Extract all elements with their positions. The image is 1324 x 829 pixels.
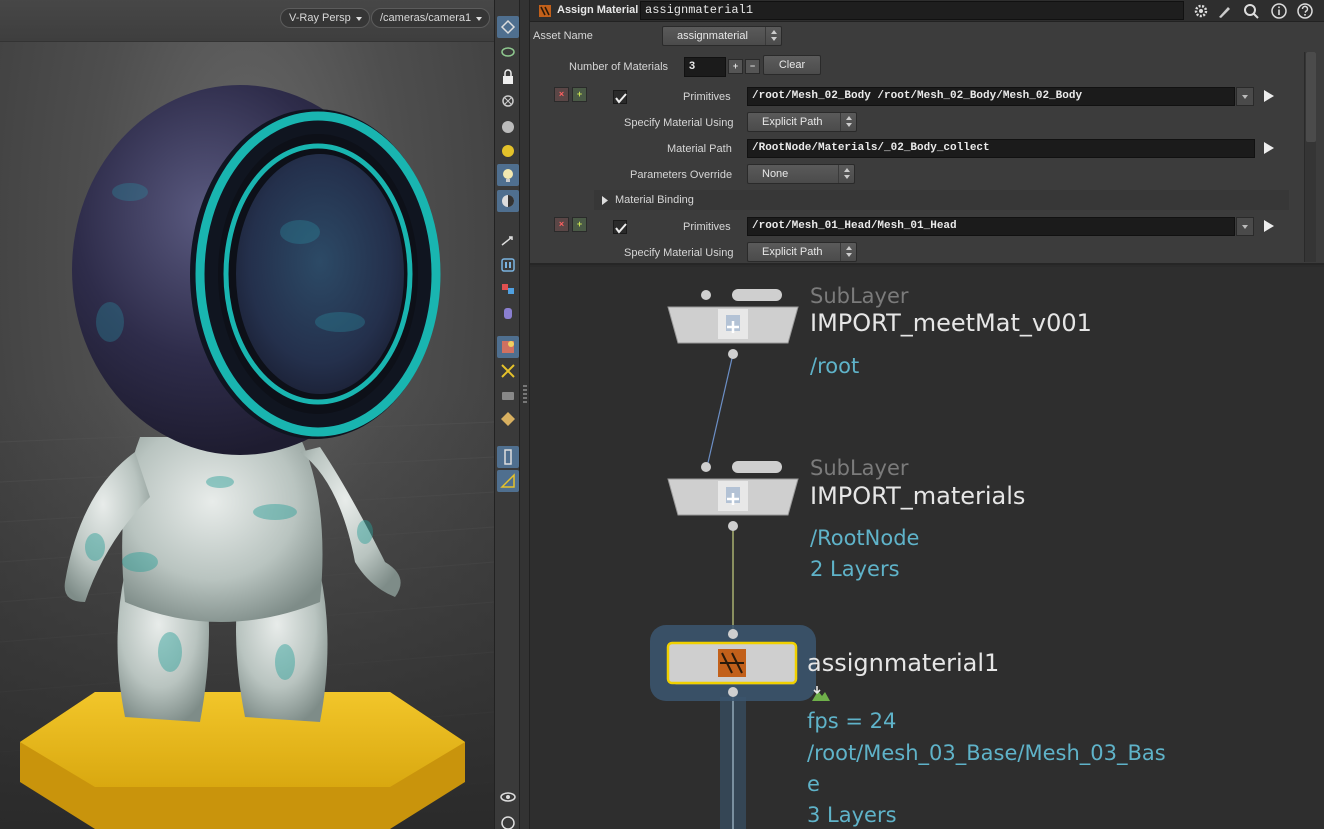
primitive-picker-icon[interactable] bbox=[1263, 219, 1275, 233]
search-icon[interactable] bbox=[1242, 2, 1260, 20]
primitives-enable-checkbox[interactable] bbox=[613, 220, 627, 234]
snap-icon[interactable] bbox=[497, 230, 519, 252]
splitter-grip[interactable] bbox=[523, 385, 527, 405]
menu-arrows-icon bbox=[840, 243, 856, 261]
measure-icon[interactable] bbox=[497, 470, 519, 492]
menu-arrows-icon bbox=[840, 113, 856, 131]
parameters-override-label: Parameters Override bbox=[630, 169, 733, 181]
assign-material-icon bbox=[537, 3, 553, 19]
node-info-line: /root bbox=[810, 354, 860, 378]
help-icon[interactable] bbox=[1296, 2, 1314, 20]
pane-splitter[interactable] bbox=[520, 0, 530, 829]
asset-name-value: assignmaterial bbox=[677, 30, 748, 42]
wire-sublayer-to-sublayer bbox=[706, 353, 734, 468]
rendered-scene bbox=[0, 85, 494, 829]
parameters-override-value: None bbox=[762, 168, 789, 180]
remove-material-button[interactable]: − bbox=[745, 59, 760, 74]
hand-icon[interactable] bbox=[497, 302, 519, 324]
node-name-label: IMPORT_meetMat_v001 bbox=[810, 309, 1092, 337]
specify-material-menu[interactable]: Explicit Path bbox=[747, 242, 857, 262]
primitives-field[interactable]: /root/Mesh_02_Body /root/Mesh_02_Body/Me… bbox=[747, 87, 1235, 106]
primitives-field[interactable]: /root/Mesh_01_Head/Mesh_01_Head bbox=[747, 217, 1235, 236]
insert-entry-button[interactable]: + bbox=[572, 87, 587, 102]
primitives-menu-button[interactable] bbox=[1236, 217, 1254, 236]
sublayer-node[interactable] bbox=[666, 459, 800, 531]
viewport-header: V-Ray Persp /cameras/camera1 bbox=[0, 0, 494, 42]
material-binding-folder[interactable]: Material Binding bbox=[594, 190, 1289, 210]
info-icon[interactable] bbox=[1270, 2, 1288, 20]
specify-material-value: Explicit Path bbox=[762, 116, 823, 128]
visibility-icon[interactable] bbox=[497, 786, 519, 808]
specify-material-label: Specify Material Using bbox=[624, 247, 734, 259]
camera-menu[interactable]: V-Ray Persp bbox=[280, 8, 370, 28]
add-material-button[interactable]: + bbox=[728, 59, 743, 74]
ghost-icon[interactable] bbox=[497, 90, 519, 112]
flipbook-icon[interactable] bbox=[497, 408, 519, 430]
scene-viewport[interactable]: V-Ray Persp /cameras/camera1 bbox=[0, 0, 494, 829]
asset-name-label: Asset Name bbox=[533, 30, 593, 42]
select-tool-icon[interactable] bbox=[497, 16, 519, 38]
menu-arrows-icon bbox=[765, 27, 781, 45]
node-info-line: fps = 24 bbox=[807, 709, 897, 733]
primitives-enable-checkbox[interactable] bbox=[613, 90, 627, 104]
specify-material-label: Specify Material Using bbox=[624, 117, 734, 129]
node-category-label: SubLayer bbox=[810, 284, 909, 308]
lock-icon[interactable] bbox=[497, 66, 519, 88]
node-info-line: /RootNode bbox=[810, 526, 920, 550]
gear-icon[interactable] bbox=[1192, 2, 1210, 20]
primitives-label: Primitives bbox=[683, 91, 731, 103]
parameter-header: Assign Material assignmaterial1 bbox=[530, 0, 1324, 22]
insert-entry-button[interactable]: + bbox=[572, 217, 587, 232]
pause-icon[interactable] bbox=[497, 254, 519, 276]
node-info-line: 3 Layers bbox=[807, 803, 897, 827]
sphere-light-icon[interactable] bbox=[497, 116, 519, 138]
sublayer-node[interactable] bbox=[666, 287, 800, 359]
node-info-line: 2 Layers bbox=[810, 557, 900, 581]
network-editor[interactable]: SubLayer IMPORT_meetMat_v001 /root SubLa… bbox=[530, 267, 1324, 829]
lasso-icon[interactable] bbox=[497, 42, 519, 64]
parameter-pane: Assign Material assignmaterial1 Asset Na… bbox=[530, 0, 1324, 265]
node-info-line: e bbox=[807, 772, 820, 796]
menu-arrows-icon bbox=[838, 165, 854, 183]
num-materials-label: Number of Materials bbox=[569, 61, 669, 73]
assign-material-node[interactable] bbox=[648, 623, 818, 703]
node-type-label: Assign Material bbox=[557, 4, 639, 16]
primitives-label: Primitives bbox=[683, 221, 731, 233]
node-category-label: SubLayer bbox=[810, 456, 909, 480]
node-name-field[interactable]: assignmaterial1 bbox=[640, 1, 1184, 20]
scrollbar-thumb[interactable] bbox=[1306, 52, 1316, 142]
viewport-toolbar bbox=[494, 0, 520, 829]
texture-icon[interactable] bbox=[497, 360, 519, 382]
remove-entry-button[interactable]: × bbox=[554, 87, 569, 102]
sun-light-icon[interactable] bbox=[497, 140, 519, 162]
render-region-icon[interactable] bbox=[497, 336, 519, 358]
material-path-field[interactable]: /RootNode/Materials/_02_Body_collect bbox=[747, 139, 1255, 158]
node-name-label: IMPORT_materials bbox=[810, 482, 1026, 510]
primitive-picker-icon[interactable] bbox=[1263, 89, 1275, 103]
parameter-scrollbar[interactable] bbox=[1304, 52, 1316, 262]
parameters-override-menu[interactable]: None bbox=[747, 164, 855, 184]
camera-icon[interactable] bbox=[497, 384, 519, 406]
node-name-label: assignmaterial1 bbox=[807, 649, 1000, 677]
specify-material-menu[interactable]: Explicit Path bbox=[747, 112, 857, 132]
info-icon[interactable] bbox=[497, 812, 519, 829]
headlight-icon[interactable] bbox=[497, 164, 519, 186]
brush-icon[interactable] bbox=[1216, 2, 1234, 20]
ruler-icon[interactable] bbox=[497, 446, 519, 468]
expand-arrow-icon bbox=[602, 196, 608, 205]
remove-entry-button[interactable]: × bbox=[554, 217, 569, 232]
timedep-flag-icon bbox=[812, 686, 830, 701]
asset-name-menu[interactable]: assignmaterial bbox=[662, 26, 782, 46]
clear-button[interactable]: Clear bbox=[763, 55, 821, 75]
material-picker-icon[interactable] bbox=[1263, 141, 1275, 155]
camera-path-menu[interactable]: /cameras/camera1 bbox=[371, 8, 491, 28]
node-info-line: /root/Mesh_03_Base/Mesh_03_Bas bbox=[807, 741, 1166, 765]
material-path-label: Material Path bbox=[667, 143, 732, 155]
geometry-icon[interactable] bbox=[497, 278, 519, 300]
material-binding-label: Material Binding bbox=[615, 194, 694, 206]
specify-material-value: Explicit Path bbox=[762, 246, 823, 258]
primitives-menu-button[interactable] bbox=[1236, 87, 1254, 106]
num-materials-field[interactable]: 3 bbox=[684, 57, 726, 77]
display-options-icon[interactable] bbox=[497, 190, 519, 212]
